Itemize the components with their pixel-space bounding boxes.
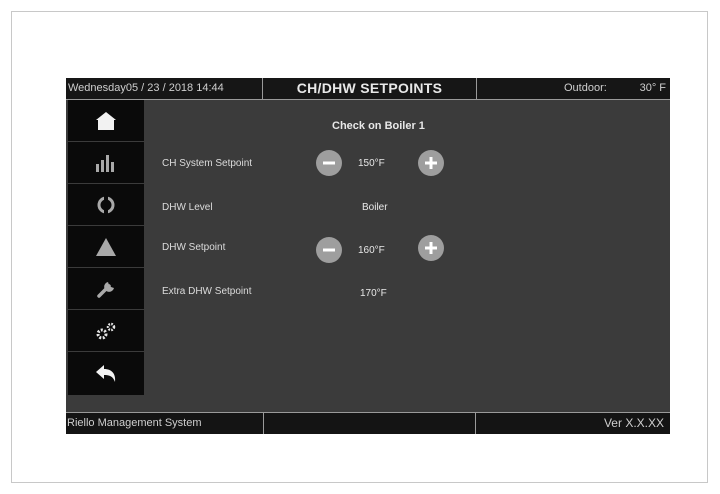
hmi-screen: Wednesday05 / 23 / 2018 14:44 CH/DHW SET… [66, 78, 670, 434]
bar-chart-icon [96, 154, 114, 172]
dhw-setpoint-label: DHW Setpoint [162, 242, 226, 253]
outdoor-value: 30° F [639, 82, 666, 94]
extra-dhw-setpoint-label: Extra DHW Setpoint [162, 286, 252, 297]
setpoints-panel: Check on Boiler 1 CH System Setpoint 150… [144, 100, 670, 412]
ch-setpoint-decrease-button[interactable] [316, 150, 342, 176]
warning-icon [96, 237, 116, 256]
back-arrow-icon [96, 364, 116, 382]
nav-home-button[interactable] [68, 100, 144, 142]
dhw-setpoint-increase-button[interactable] [418, 235, 444, 261]
nav-back-button[interactable] [68, 352, 144, 396]
outdoor-label: Outdoor: [564, 82, 607, 94]
refresh-icon [97, 195, 115, 214]
nav-cycle-button[interactable] [68, 184, 144, 226]
page-title: CH/DHW SETPOINTS [263, 78, 477, 99]
dhw-setpoint-value: 160°F [358, 245, 385, 256]
ch-setpoint-increase-button[interactable] [418, 150, 444, 176]
plus-icon [425, 157, 437, 169]
status-field [264, 413, 476, 434]
bottom-bar: Riello Management System Ver X.X.XX [66, 412, 670, 434]
date-time: Wednesday05 / 23 / 2018 14:44 [66, 78, 263, 99]
top-bar: Wednesday05 / 23 / 2018 14:44 CH/DHW SET… [66, 78, 670, 100]
dhw-level-value: Boiler [362, 202, 388, 213]
nav-alarms-button[interactable] [68, 226, 144, 268]
dhw-setpoint-decrease-button[interactable] [316, 237, 342, 263]
system-name: Riello Management System [66, 413, 264, 434]
version-label: Ver X.X.XX [603, 416, 664, 430]
minus-icon [323, 248, 335, 252]
dhw-level-label: DHW Level [162, 202, 213, 213]
plus-icon [425, 242, 437, 254]
nav-settings-button[interactable] [68, 310, 144, 352]
minus-icon [323, 161, 335, 165]
ch-setpoint-label: CH System Setpoint [162, 158, 253, 169]
sidebar-nav [68, 100, 144, 412]
extra-dhw-setpoint-value: 170°F [360, 288, 387, 299]
ch-setpoint-value: 150°F [358, 158, 385, 169]
nav-service-button[interactable] [68, 268, 144, 310]
nav-statistics-button[interactable] [68, 142, 144, 184]
boiler-heading: Check on Boiler 1 [332, 120, 425, 132]
home-icon [96, 111, 116, 130]
gears-icon [96, 322, 116, 339]
wrench-icon [97, 281, 114, 298]
outdoor-temperature: Outdoor: 30° F [477, 78, 670, 99]
